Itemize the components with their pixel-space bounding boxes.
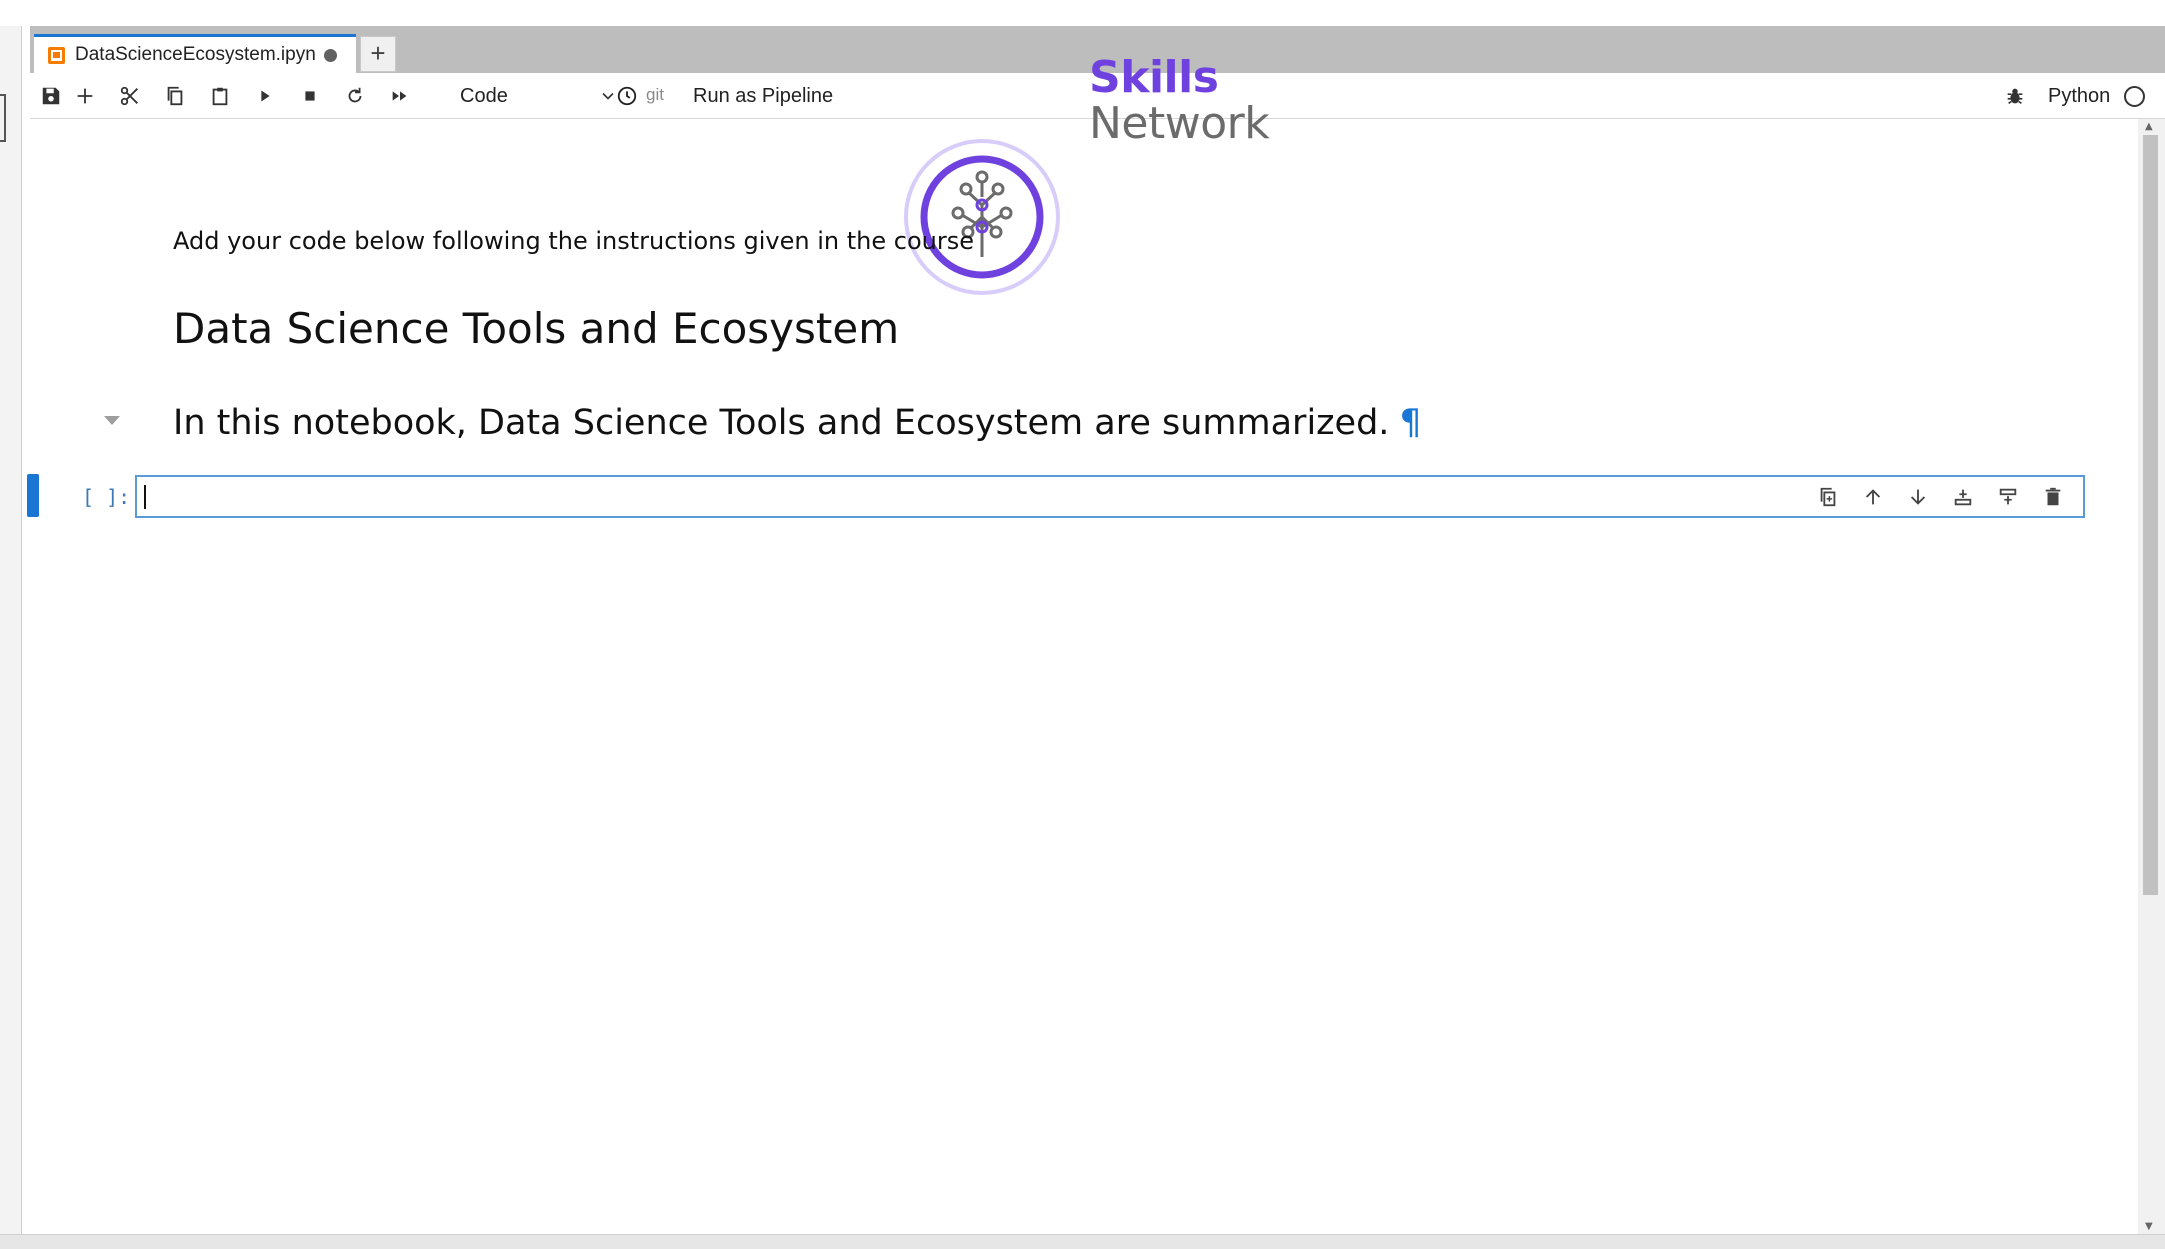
restart-run-all-button[interactable]	[383, 73, 417, 119]
restart-kernel-button[interactable]	[338, 73, 372, 119]
debugger-button[interactable]	[1998, 73, 2032, 119]
cut-button[interactable]	[113, 73, 147, 119]
run-all-icon	[392, 91, 407, 101]
tab-title: DataScienceEcosystem.ipyn	[75, 44, 316, 65]
heading-anchor-link[interactable]: ¶	[1399, 403, 1421, 443]
copy-icon	[167, 86, 183, 106]
text-cursor	[144, 485, 146, 509]
delete-icon	[2045, 487, 2060, 506]
top-strip	[0, 0, 2165, 26]
kernel-name: Python	[2048, 84, 2111, 107]
insert-cell-above-button[interactable]	[1985, 477, 2030, 517]
move-cell-up-button[interactable]	[1850, 477, 1895, 517]
insert-above-icon	[1999, 488, 2016, 505]
move-up-icon	[1865, 489, 1880, 505]
left-sidebar-edge	[0, 26, 22, 1241]
cell-type-dropdown[interactable]: Code	[458, 80, 618, 112]
status-bar-edge	[0, 1234, 2165, 1249]
move-cell-down-button[interactable]	[1895, 477, 1940, 517]
logo-text-network: Network	[1089, 98, 1270, 149]
code-cell-editor[interactable]	[135, 475, 2085, 518]
markdown-heading-summary: In this notebook, Data Science Tools and…	[173, 403, 1422, 443]
unsaved-indicator-icon[interactable]	[323, 48, 337, 62]
markdown-heading-title: Data Science Tools and Ecosystem	[173, 304, 900, 353]
add-cell-icon	[77, 88, 93, 104]
restart-icon	[348, 87, 362, 103]
move-down-icon	[1910, 489, 1925, 505]
save-button[interactable]	[34, 73, 68, 119]
collapse-heading-icon[interactable]	[104, 416, 120, 425]
new-tab-button[interactable]: +	[360, 36, 396, 72]
paste-icon	[212, 87, 228, 106]
insert-below-icon	[1954, 489, 1971, 506]
notebook-panel[interactable]	[30, 119, 2138, 1234]
scroll-down-arrow-icon[interactable]: ▼	[2145, 1221, 2153, 1232]
paste-button[interactable]	[203, 73, 237, 119]
bug-icon	[2007, 88, 2023, 105]
heading-text: In this notebook, Data Science Tools and…	[173, 403, 1390, 443]
sidebar-panel-edge	[0, 94, 6, 142]
cell-type-value: Code	[460, 84, 508, 107]
delete-cell-button[interactable]	[2030, 477, 2075, 517]
interrupt-kernel-button[interactable]	[293, 73, 327, 119]
run-icon	[261, 90, 270, 102]
insert-cell-below-button[interactable]	[1940, 477, 1985, 517]
logo-text-skills: Skills	[1089, 52, 1219, 103]
active-cell-indicator[interactable]	[27, 474, 39, 517]
scroll-up-arrow-icon[interactable]: ▲	[2145, 121, 2153, 132]
duplicate-cell-button[interactable]	[1805, 477, 1850, 517]
markdown-paragraph: Add your code below following the instru…	[173, 227, 974, 255]
skills-network-logo	[904, 139, 1060, 295]
vertical-scrollbar[interactable]: ▲ ▼	[2138, 119, 2165, 1234]
scrollbar-thumb[interactable]	[2143, 135, 2158, 895]
git-button[interactable]: git	[646, 73, 664, 119]
kernel-status[interactable]: Python	[2048, 73, 2146, 119]
notebook-icon	[48, 46, 65, 64]
run-cell-button[interactable]	[248, 73, 282, 119]
save-icon	[42, 87, 60, 105]
run-as-pipeline-button[interactable]: Run as Pipeline	[693, 73, 833, 119]
add-cell-button[interactable]	[68, 73, 102, 119]
cut-icon	[120, 86, 138, 106]
cell-toolbar	[1805, 477, 2075, 517]
duplicate-icon	[1820, 487, 1835, 507]
history-button[interactable]	[610, 73, 644, 119]
execution-prompt: [ ]:	[82, 485, 131, 509]
tab-notebook[interactable]: DataScienceEcosystem.ipyn	[34, 34, 356, 73]
clock-icon	[617, 86, 637, 106]
stop-icon	[305, 91, 315, 101]
kernel-idle-icon	[2124, 85, 2146, 107]
copy-button[interactable]	[158, 73, 192, 119]
